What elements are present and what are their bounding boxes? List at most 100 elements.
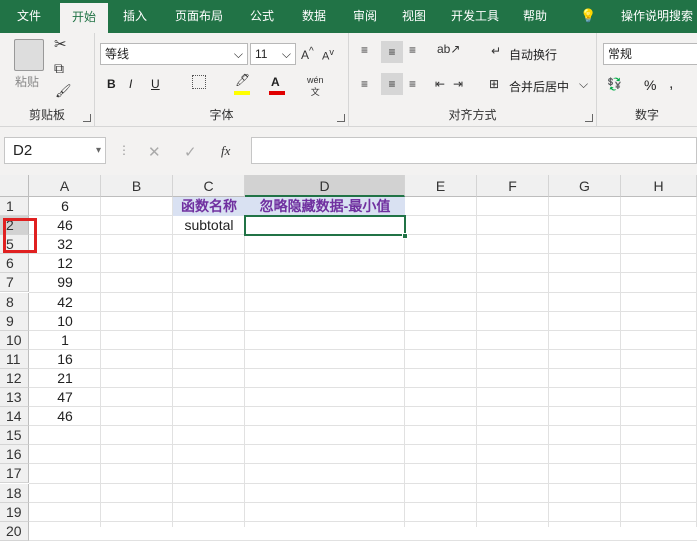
select-all-corner[interactable] xyxy=(0,175,29,197)
selected-cell-D2[interactable] xyxy=(244,215,406,237)
font-color-button[interactable]: A xyxy=(271,75,280,89)
grid-line xyxy=(29,482,697,484)
cell-A[interactable]: 32 xyxy=(29,235,101,254)
name-box[interactable]: D2 ▾ xyxy=(4,137,106,164)
row-header-16[interactable]: 16 xyxy=(0,445,29,465)
phonetic-icon[interactable]: wén 文 xyxy=(307,75,324,98)
row-header-18[interactable]: 18 xyxy=(0,483,29,503)
cell-A[interactable]: 47 xyxy=(29,388,101,407)
ribbon-tab-bar: 文件 开始 插入 页面布局 公式 数据 审阅 视图 开发工具 帮助 操作说明搜索 💡 xyxy=(0,0,697,33)
fill-color-icon[interactable]: 🖊 xyxy=(235,73,250,87)
cell-A[interactable]: 99 xyxy=(29,273,101,292)
row-header-17[interactable]: 17 xyxy=(0,464,29,484)
cell-A[interactable]: 46 xyxy=(29,216,101,235)
row-header-12[interactable]: 12 xyxy=(0,368,29,388)
grid-line xyxy=(172,197,173,527)
column-header-G[interactable]: G xyxy=(549,175,621,197)
currency-icon[interactable]: 💱 xyxy=(607,77,622,91)
tab-0[interactable]: 文件 xyxy=(0,0,58,33)
align-top-icon[interactable]: ≡ xyxy=(361,43,368,57)
font-name-dropdown[interactable]: 等线 ⌵ xyxy=(100,43,248,65)
cell-C2[interactable]: subtotal xyxy=(173,216,245,235)
align-center-icon[interactable]: ≡ xyxy=(381,73,403,95)
cell-A[interactable]: 6 xyxy=(29,197,101,216)
tab-3[interactable]: 页面布局 xyxy=(162,0,236,33)
row-header-8[interactable]: 8 xyxy=(0,292,29,312)
row-header-13[interactable]: 13 xyxy=(0,388,29,407)
tab-4[interactable]: 公式 xyxy=(238,0,286,33)
row-header-11[interactable]: 11 xyxy=(0,349,29,369)
row-header-14[interactable]: 14 xyxy=(0,407,29,427)
cell-A[interactable]: 10 xyxy=(29,312,101,331)
column-header-C[interactable]: C xyxy=(173,175,245,197)
decrease-font-icon[interactable]: Av xyxy=(322,47,334,63)
cell-A[interactable]: 12 xyxy=(29,254,101,273)
comma-icon[interactable]: , xyxy=(669,75,673,93)
tab-7[interactable]: 视图 xyxy=(390,0,438,33)
row-header-19[interactable]: 19 xyxy=(0,502,29,522)
cut-icon[interactable]: ✂ xyxy=(54,35,67,53)
align-middle-icon[interactable]: ≡ xyxy=(381,41,403,63)
column-header-F[interactable]: F xyxy=(477,175,549,197)
paste-label[interactable]: 粘贴 xyxy=(15,73,39,90)
wrap-text-icon[interactable]: ↵ xyxy=(491,44,501,58)
format-painter-icon[interactable]: 🖌 xyxy=(55,83,72,99)
wrap-text-button[interactable]: 自动换行 xyxy=(509,46,557,63)
insert-function-icon[interactable]: fx xyxy=(221,143,230,159)
row-header-9[interactable]: 9 xyxy=(0,311,29,331)
bold-button[interactable]: B xyxy=(107,77,116,91)
grid-line xyxy=(29,444,697,446)
tab-2[interactable]: 插入 xyxy=(112,0,158,33)
row-header-15[interactable]: 15 xyxy=(0,426,29,446)
cell-A[interactable]: 21 xyxy=(29,369,101,388)
align-bottom-icon[interactable]: ≡ xyxy=(409,43,416,57)
align-left-icon[interactable]: ≡ xyxy=(361,77,368,91)
column-header-A[interactable]: A xyxy=(29,175,101,197)
column-header-D[interactable]: D xyxy=(245,175,405,197)
decrease-indent-icon[interactable]: ⇤ xyxy=(435,77,445,91)
row-header-1[interactable]: 1 xyxy=(0,197,29,216)
orientation-icon[interactable]: ab↗ xyxy=(437,42,460,56)
row-header-6[interactable]: 6 xyxy=(0,254,29,274)
copy-icon[interactable]: ⧉ xyxy=(54,60,64,77)
row-header-20[interactable]: 20 xyxy=(0,521,29,541)
increase-indent-icon[interactable]: ⇥ xyxy=(453,77,463,91)
fill-handle[interactable] xyxy=(402,233,408,240)
column-header-E[interactable]: E xyxy=(405,175,477,197)
dialog-launcher-icon[interactable] xyxy=(83,114,91,122)
merge-center-icon[interactable]: ⊞ xyxy=(489,77,499,91)
row-header-7[interactable]: 7 xyxy=(0,273,29,293)
chevron-down-icon[interactable]: ⌵ xyxy=(579,77,588,92)
cell-A[interactable]: 16 xyxy=(29,350,101,369)
cell-C1[interactable]: 函数名称 xyxy=(173,197,245,216)
cancel-icon[interactable]: ✕ xyxy=(148,143,161,161)
formula-input[interactable] xyxy=(251,137,697,164)
lightbulb-icon: 💡 xyxy=(580,8,597,23)
align-right-icon[interactable]: ≡ xyxy=(409,77,416,91)
cell-A[interactable]: 46 xyxy=(29,407,101,426)
tab-1[interactable]: 开始 xyxy=(60,3,108,33)
cell-D1[interactable]: 忽略隐藏数据-最小值 xyxy=(245,197,405,216)
clipboard-label: 剪贴板 xyxy=(28,108,65,122)
merge-center-button[interactable]: 合并后居中 xyxy=(509,78,569,95)
tab-6[interactable]: 审阅 xyxy=(342,0,388,33)
tab-9[interactable]: 帮助 xyxy=(512,0,558,33)
italic-button[interactable]: I xyxy=(129,77,132,91)
font-size-dropdown[interactable]: 11 ⌵ xyxy=(250,43,296,65)
percent-button[interactable]: % xyxy=(644,77,656,93)
dialog-launcher-icon[interactable] xyxy=(585,114,593,122)
cell-A[interactable]: 1 xyxy=(29,331,101,350)
row-header-10[interactable]: 10 xyxy=(0,330,29,350)
increase-font-icon[interactable]: A^ xyxy=(301,46,314,62)
dialog-launcher-icon[interactable] xyxy=(337,114,345,122)
number-format-dropdown[interactable]: 常规 xyxy=(603,43,697,65)
tab-5[interactable]: 数据 xyxy=(290,0,338,33)
underline-button[interactable]: U xyxy=(151,77,160,91)
tab-8[interactable]: 开发工具 xyxy=(440,0,510,33)
border-icon[interactable] xyxy=(192,75,206,89)
column-header-H[interactable]: H xyxy=(621,175,697,197)
cell-A[interactable]: 42 xyxy=(29,293,101,312)
column-header-B[interactable]: B xyxy=(101,175,173,197)
paste-icon[interactable] xyxy=(14,39,44,71)
enter-icon[interactable]: ✓ xyxy=(184,143,197,161)
